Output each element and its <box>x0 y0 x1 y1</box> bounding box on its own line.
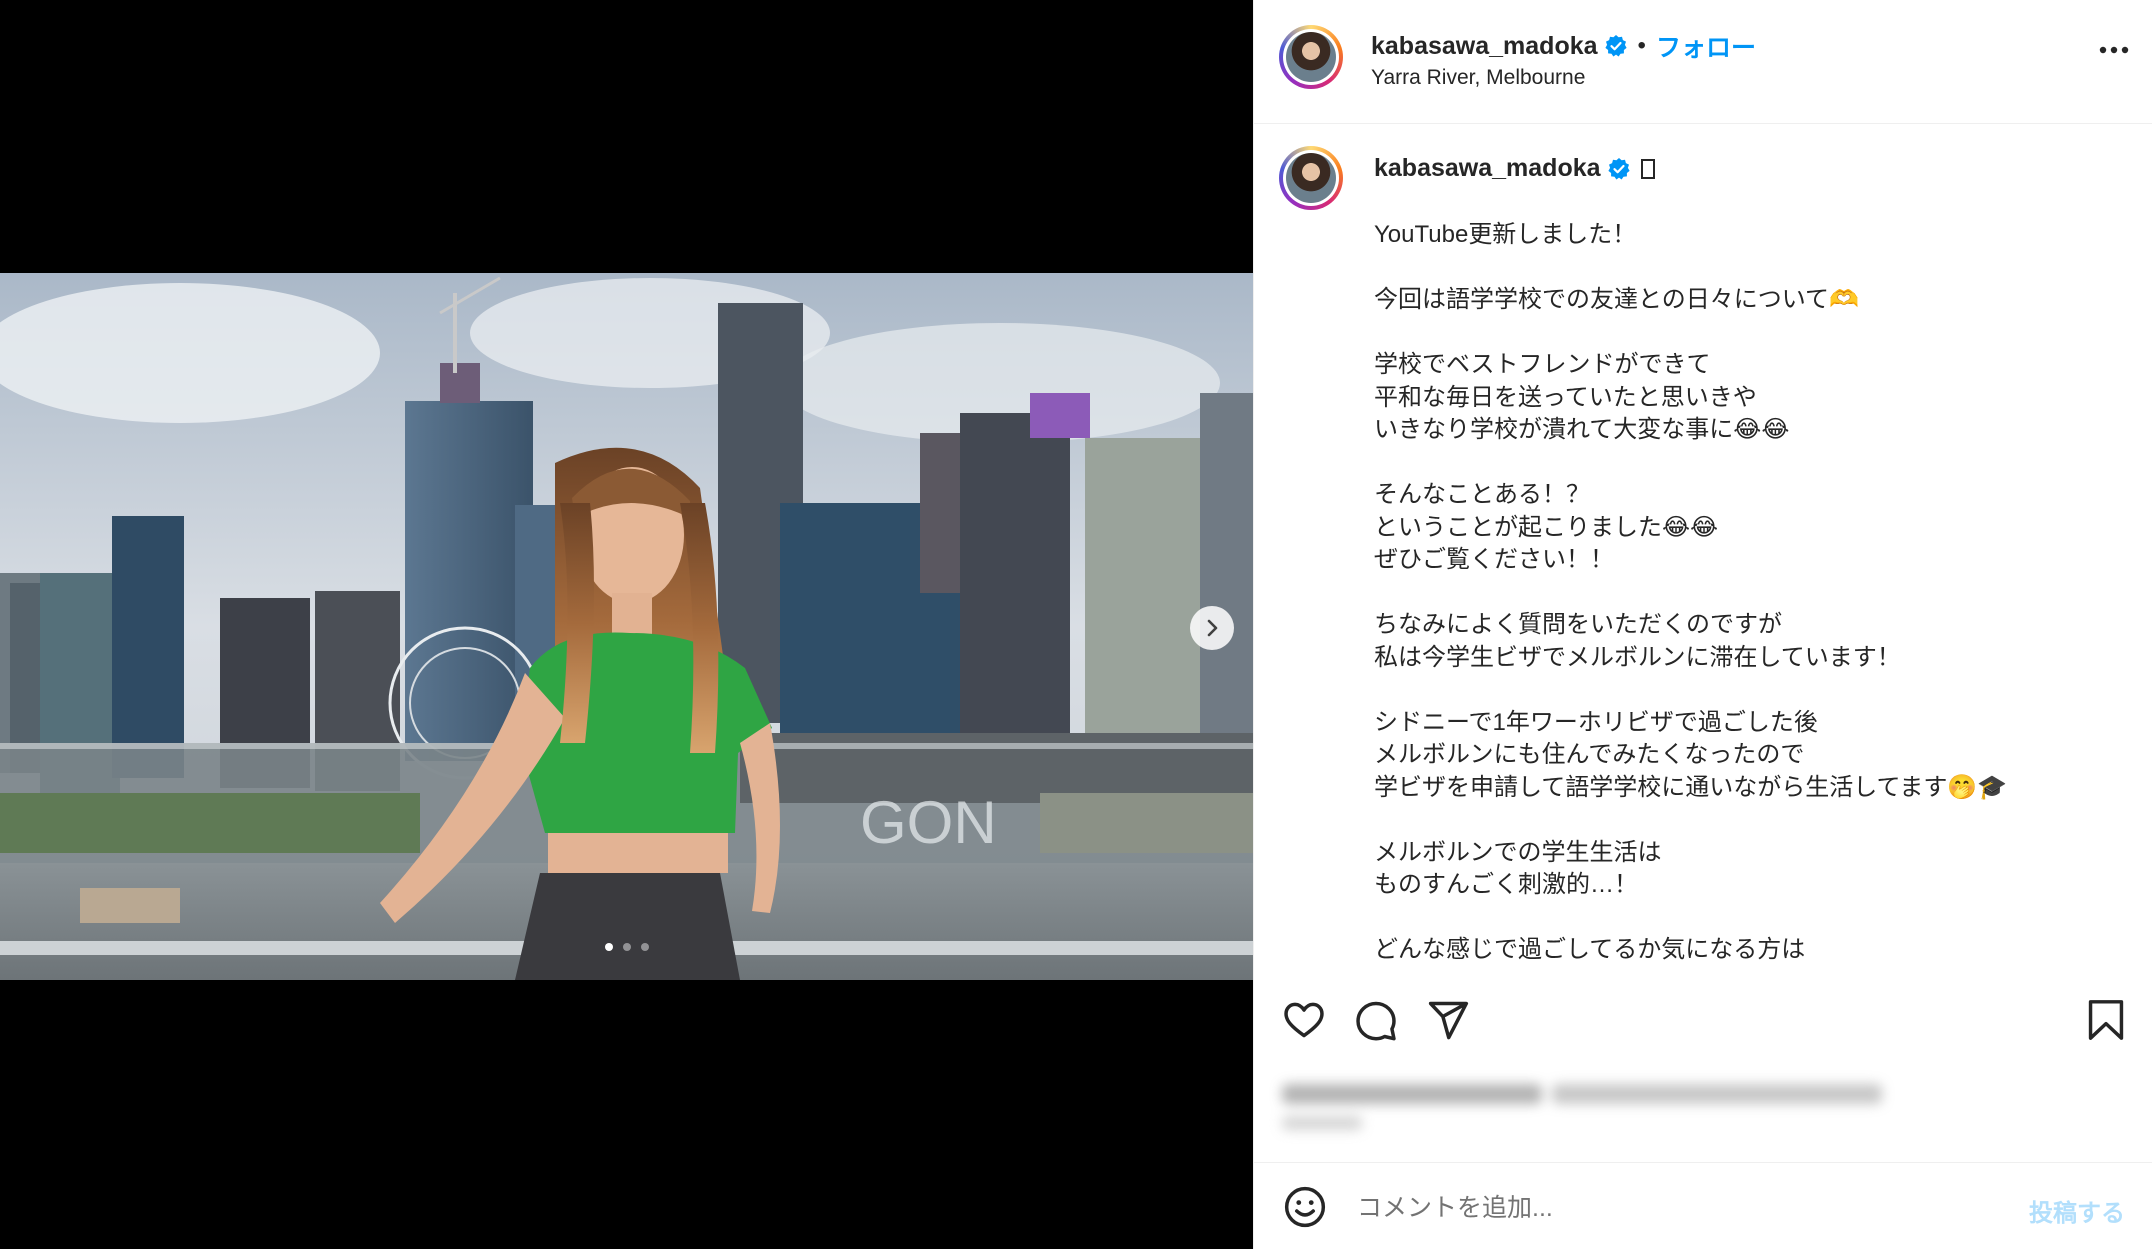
post-caption: YouTube更新しました！ 今回は語学学校での友達との日々について🫶 学校でベ… <box>1374 219 2134 967</box>
post-photo: GON <box>0 273 1253 980</box>
caption-line: いきなり学校が潰れて大変な事に😂😂 <box>1374 416 1790 443</box>
post-header: kabasawa_madoka • フォロー Yarra River, Melb… <box>1254 0 2152 124</box>
more-icon[interactable] <box>2099 46 2129 54</box>
caption-line: シドニーで1年ワーホリビザで過ごした後 <box>1374 708 1818 736</box>
post-details-panel: kabasawa_madoka • フォロー Yarra River, Melb… <box>1253 0 2152 1249</box>
follow-button[interactable]: フォロー <box>1656 28 1756 64</box>
caption-avatar[interactable] <box>1279 146 1343 210</box>
caption-username[interactable]: kabasawa_madoka <box>1374 154 1601 183</box>
slide-dot <box>640 943 649 951</box>
svg-text:GON: GON <box>860 789 997 856</box>
caption-line <box>1374 317 2134 350</box>
emoji-icon[interactable] <box>1283 1185 1327 1229</box>
caption-line: 学ビザを申請して語学学校に通いながら生活してます🤭🎓 <box>1374 773 2008 801</box>
bookmark-icon[interactable] <box>2086 998 2126 1042</box>
heart-icon[interactable] <box>1282 998 1326 1042</box>
caption-line: 学校でベストフレンドができて <box>1374 351 1711 378</box>
caption-line: ちなみによく質問をいただくのですが <box>1374 611 1782 638</box>
verified-icon <box>1607 157 1630 179</box>
post-comment-button[interactable]: 投稿する <box>2029 1193 2125 1228</box>
caption-line <box>1374 252 2134 285</box>
caption-line: YouTube更新しました！ <box>1374 221 1637 248</box>
comment-input[interactable] <box>1355 1187 1999 1229</box>
comment-bar: 投稿する <box>1254 1162 2152 1250</box>
next-slide-button[interactable] <box>1190 606 1234 650</box>
caption-line: ぜひご覧ください！！ <box>1374 546 1614 573</box>
header-username[interactable]: kabasawa_madoka <box>1371 32 1598 61</box>
chevron-right-icon <box>1207 619 1218 637</box>
caption-line: そんなことある！？ <box>1374 481 1590 508</box>
caption-line <box>1374 674 2134 707</box>
slide-dot <box>604 943 613 951</box>
post-location[interactable]: Yarra River, Melbourne <box>1371 66 1585 90</box>
caption-line: 平和な毎日を送っていたと思いきや <box>1374 383 1757 411</box>
caption-line <box>1374 447 2134 480</box>
slide-indicator <box>0 943 1253 951</box>
caption-line <box>1374 577 2134 610</box>
caption-line <box>1374 804 2134 837</box>
header-separator: • <box>1637 32 1646 59</box>
caption-line <box>1374 902 2134 935</box>
caption-line: 私は今学生ビザでメルボルンに滞在しています！ <box>1374 643 1901 671</box>
caption-line: ものすんごく刺激的…！ <box>1374 871 1638 898</box>
likes-info-blurred <box>1282 1084 1882 1130</box>
caption-line: 今回は語学学校での友達との日々について🫶 <box>1374 286 1859 313</box>
caption-username-suffix-icon <box>1640 158 1655 179</box>
comment-icon[interactable] <box>1354 998 1398 1042</box>
caption-line: どんな感じで過ごしてるか気になる方は <box>1374 936 1806 963</box>
caption-area: kabasawa_madoka YouTube更新しました！ 今回は語学学校での… <box>1254 124 2152 976</box>
caption-line: メルボルンにも住んでみたくなったので <box>1374 741 1805 768</box>
post-actions <box>1254 990 2152 1060</box>
media-viewer: GON <box>0 0 1253 1249</box>
share-icon[interactable] <box>1426 998 1470 1042</box>
slide-dot <box>622 943 631 951</box>
caption-line: ということが起こりました😂😂 <box>1374 513 1719 541</box>
avatar[interactable] <box>1279 25 1343 89</box>
verified-icon <box>1604 35 1627 57</box>
caption-line: メルボルンでの学生生活は <box>1374 838 1662 866</box>
